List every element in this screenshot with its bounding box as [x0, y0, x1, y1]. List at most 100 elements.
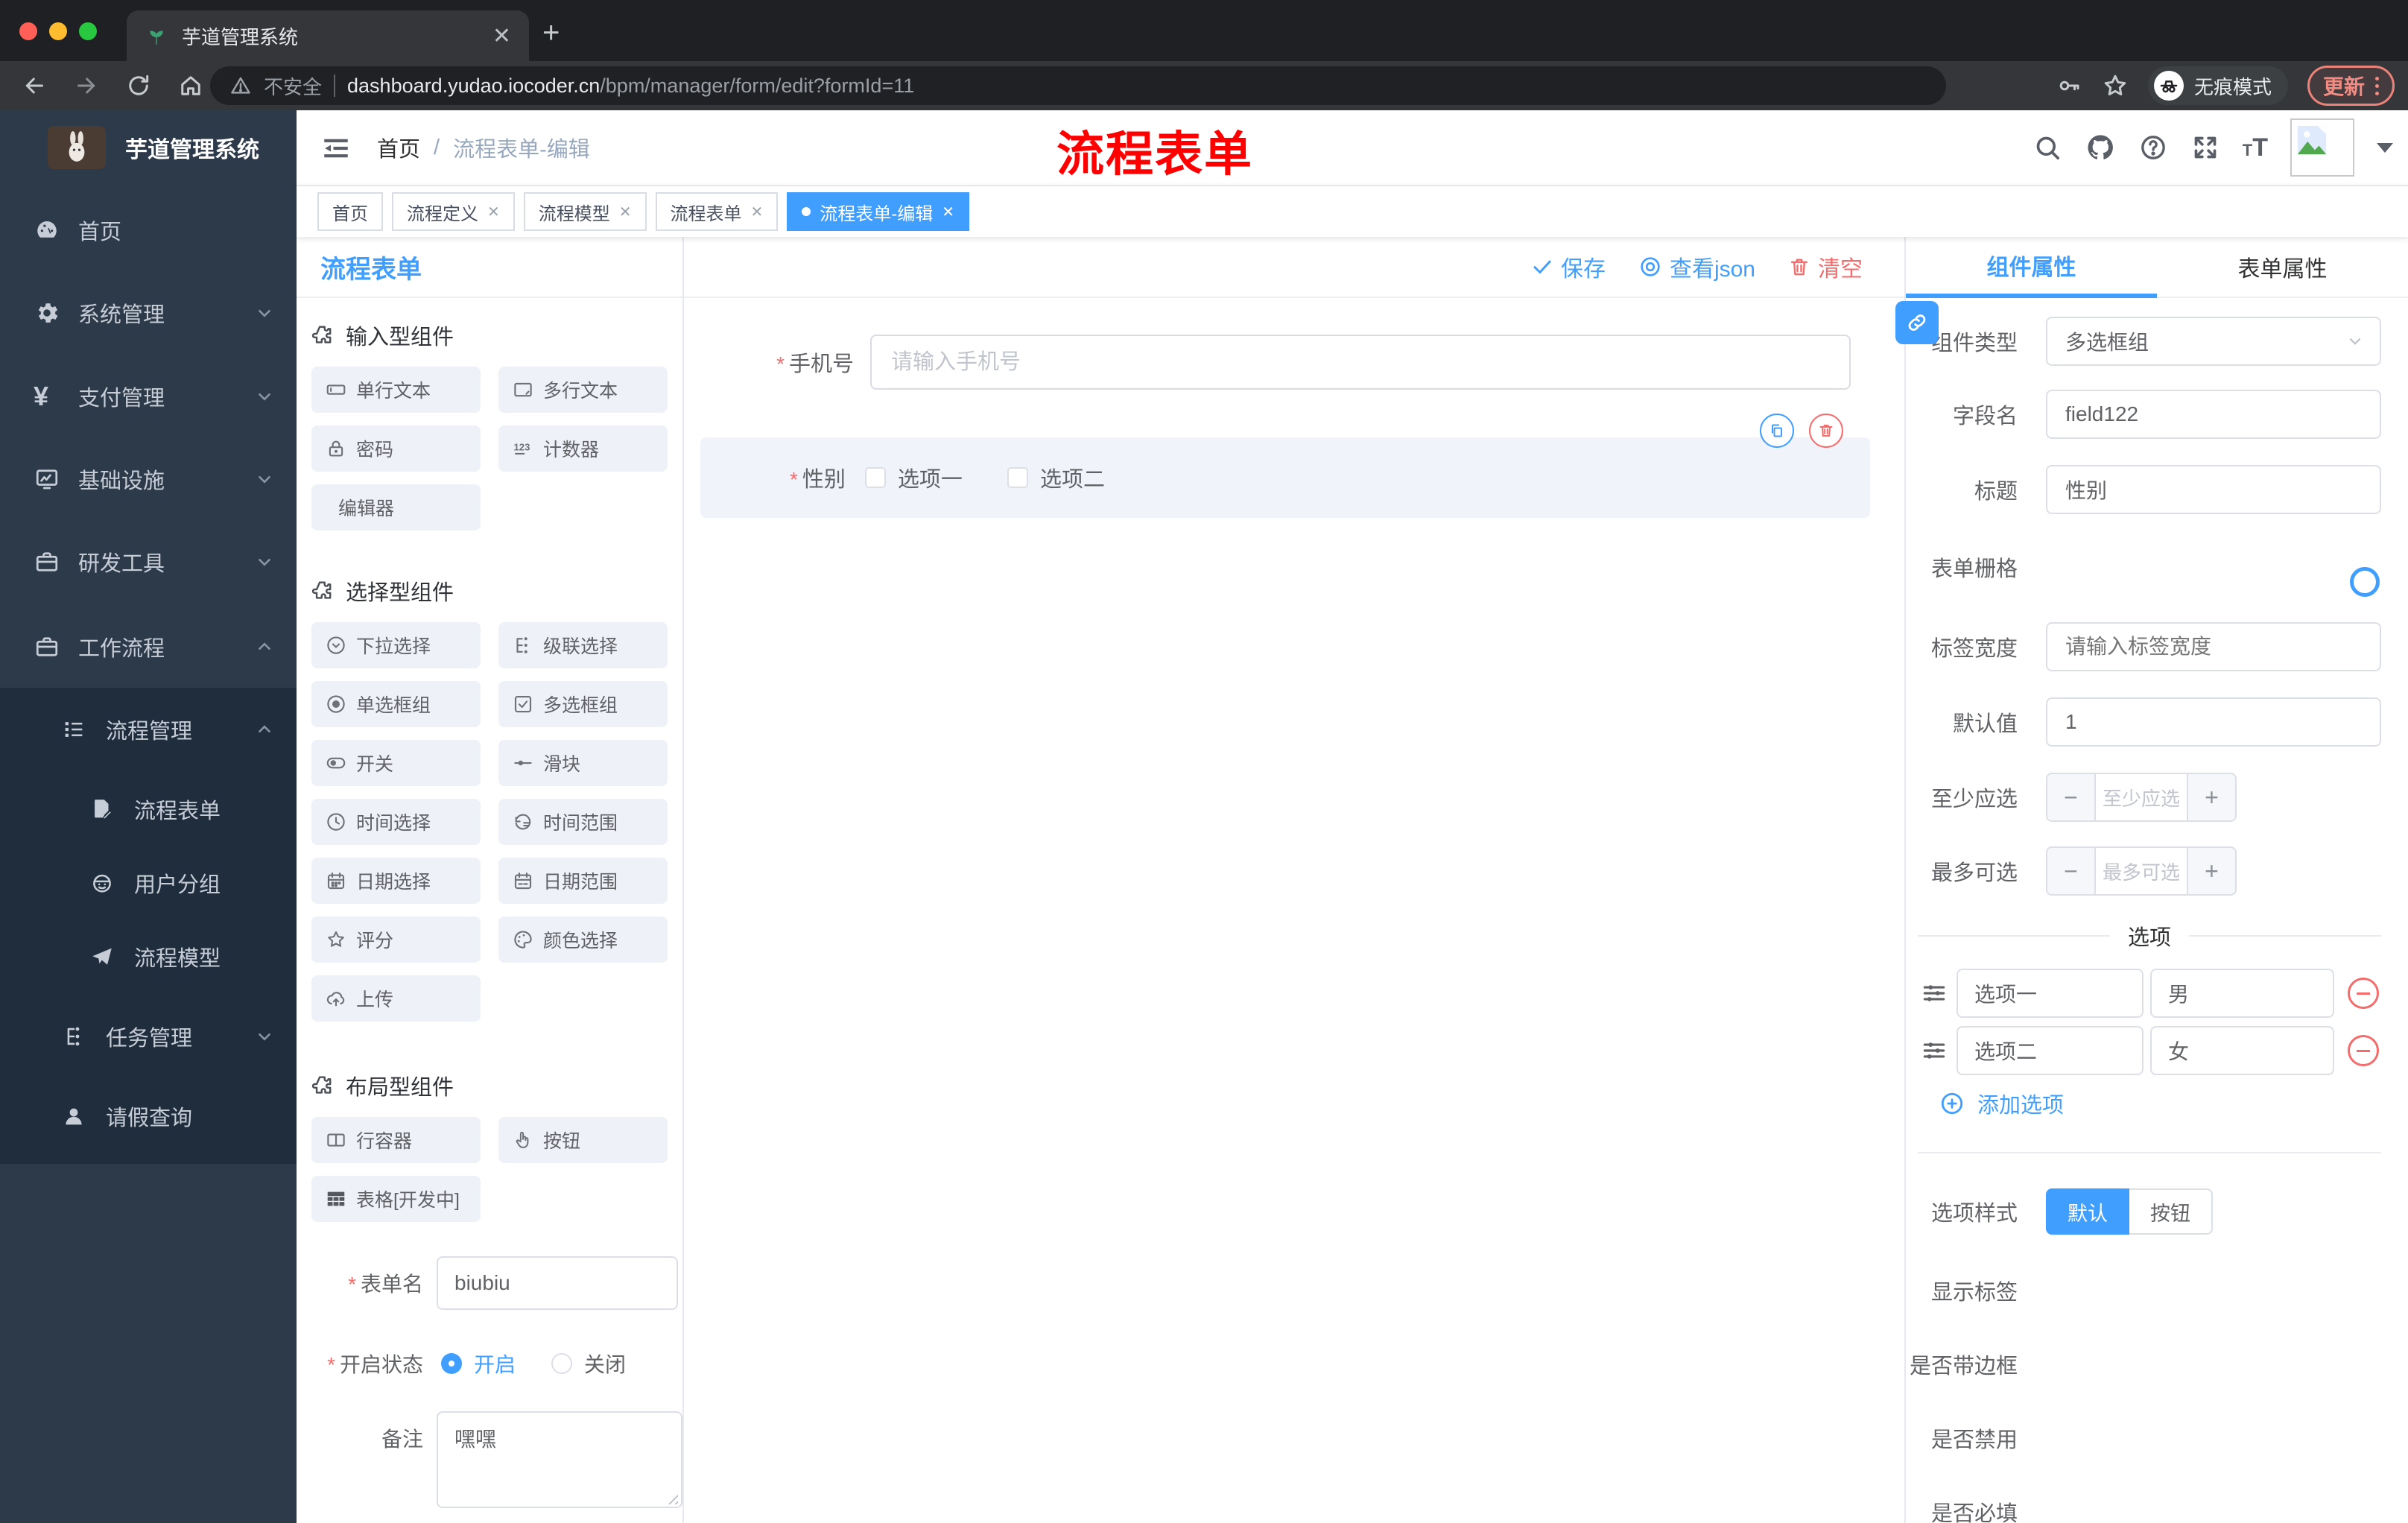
sidebar-item-payment[interactable]: ¥ 支付管理	[0, 359, 297, 434]
drag-handle-icon[interactable]	[1920, 1036, 1948, 1065]
component-radio-group[interactable]: 单选框组	[311, 681, 481, 727]
option-label-input[interactable]	[1956, 969, 2144, 1018]
checkbox-icon[interactable]	[864, 467, 886, 488]
tab-form-props[interactable]: 表单属性	[2157, 237, 2408, 298]
sidebar-item-process-form[interactable]: 流程表单	[0, 772, 297, 846]
tag-home[interactable]: 首页	[317, 192, 383, 231]
remove-option-button[interactable]	[2348, 978, 2379, 1009]
tab-component-props[interactable]: 组件属性	[1906, 237, 2157, 298]
component-time-range[interactable]: 时间范围	[498, 799, 668, 845]
canvas-field-phone[interactable]: * 手机号	[705, 335, 1851, 390]
tag-close-icon[interactable]: ✕	[751, 203, 764, 221]
view-json-button[interactable]: 查看json	[1638, 250, 1755, 283]
status-off-label[interactable]: 关闭	[584, 1349, 626, 1378]
password-key-icon[interactable]	[2056, 72, 2082, 99]
sidebar-item-home[interactable]: 首页	[0, 193, 297, 267]
component-time-picker[interactable]: 时间选择	[311, 799, 481, 845]
sidebar-item-dev-tools[interactable]: 研发工具	[0, 525, 297, 599]
gender-option-1[interactable]: 选项一	[864, 462, 963, 493]
status-on-radio[interactable]	[441, 1353, 462, 1374]
component-table-dev[interactable]: 表格[开发中]	[311, 1176, 481, 1222]
stepper-decrease-button[interactable]: −	[2047, 774, 2094, 820]
gender-option-2[interactable]: 选项二	[1007, 462, 1105, 493]
component-date-range[interactable]: 日期范围	[498, 858, 668, 904]
stepper-decrease-button[interactable]: −	[2047, 848, 2094, 894]
component-select[interactable]: 下拉选择	[311, 622, 481, 668]
component-color-picker[interactable]: 颜色选择	[498, 916, 668, 963]
back-icon[interactable]	[21, 72, 48, 99]
tag-process-model[interactable]: 流程模型 ✕	[523, 192, 647, 231]
title-input[interactable]	[2046, 465, 2381, 514]
component-rate[interactable]: 评分	[311, 916, 481, 963]
security-label[interactable]: 不安全	[264, 72, 322, 100]
component-counter[interactable]: 123 计数器	[498, 425, 668, 472]
tag-process-form-edit[interactable]: 流程表单-编辑 ✕	[787, 192, 970, 231]
component-editor[interactable]: 编辑器	[311, 484, 481, 531]
github-icon[interactable]	[2085, 132, 2116, 163]
breadcrumb-home[interactable]: 首页	[377, 132, 420, 163]
field-name-input[interactable]	[2046, 390, 2381, 439]
component-checkbox-group[interactable]: 多选框组	[498, 681, 668, 727]
max-select-value[interactable]: 最多可选	[2094, 848, 2188, 894]
fullscreen-icon[interactable]	[2190, 133, 2220, 162]
style-default-button[interactable]: 默认	[2046, 1188, 2129, 1235]
option-value-input[interactable]	[2150, 1026, 2334, 1075]
remove-option-button[interactable]	[2348, 1035, 2379, 1066]
min-select-value[interactable]: 至少应选	[2094, 774, 2188, 820]
stepper-increase-button[interactable]: +	[2188, 848, 2235, 894]
sidebar-item-leave-query[interactable]: 请假查询	[0, 1079, 297, 1153]
component-single-line-text[interactable]: 单行文本	[311, 367, 481, 413]
add-option-button[interactable]: 添加选项	[1939, 1088, 2064, 1119]
window-close-button[interactable]	[19, 22, 37, 40]
phone-input[interactable]	[870, 335, 1851, 390]
component-button[interactable]: 按钮	[498, 1117, 668, 1163]
sidebar-item-workflow[interactable]: 工作流程	[0, 609, 297, 684]
save-button[interactable]: 保存	[1531, 250, 1606, 283]
browser-menu-dots-icon[interactable]	[2375, 76, 2379, 95]
home-icon[interactable]	[177, 72, 204, 99]
sidebar-item-user-groups[interactable]: 用户分组	[0, 846, 297, 920]
form-name-input[interactable]	[437, 1256, 678, 1310]
avatar[interactable]	[2290, 118, 2354, 177]
clear-button[interactable]: 清空	[1788, 250, 1863, 283]
tag-close-icon[interactable]: ✕	[487, 203, 500, 221]
new-tab-button[interactable]: +	[542, 18, 560, 48]
window-zoom-button[interactable]	[79, 22, 97, 40]
sidebar-item-process-mgmt[interactable]: 流程管理	[0, 692, 297, 767]
sidebar-collapse-icon[interactable]	[320, 133, 352, 164]
drag-handle-icon[interactable]	[1920, 979, 1948, 1007]
bookmark-star-icon[interactable]	[2102, 72, 2129, 99]
status-off-radio[interactable]	[551, 1353, 573, 1374]
font-size-icon[interactable]: TT	[2243, 133, 2268, 162]
form-remark-textarea[interactable]: 嘿嘿	[437, 1411, 682, 1508]
forward-icon[interactable]	[73, 72, 100, 99]
component-switch[interactable]: 开关	[311, 740, 481, 786]
component-date-picker[interactable]: 日期选择	[311, 858, 481, 904]
tag-process-form[interactable]: 流程表单 ✕	[655, 192, 779, 231]
tag-close-icon[interactable]: ✕	[619, 203, 632, 221]
sidebar-item-infrastructure[interactable]: 基础设施	[0, 442, 297, 516]
sidebar-logo-row[interactable]: 芋道管理系统	[0, 118, 297, 177]
browser-update-button[interactable]: 更新	[2307, 66, 2395, 106]
sidebar-item-process-model[interactable]: 流程模型	[0, 919, 297, 994]
reload-icon[interactable]	[125, 72, 152, 99]
browser-tab[interactable]: 芋道管理系统 ✕	[127, 10, 529, 61]
tag-process-definition[interactable]: 流程定义 ✕	[392, 192, 515, 231]
component-cascader[interactable]: 级联选择	[498, 622, 668, 668]
help-icon[interactable]	[2138, 133, 2168, 162]
component-upload[interactable]: 上传	[311, 975, 481, 1022]
sidebar-item-task-mgmt[interactable]: 任务管理	[0, 999, 297, 1074]
tag-close-icon[interactable]: ✕	[942, 203, 954, 221]
canvas-field-gender-selected[interactable]: * 性别 选项一 选项二	[700, 414, 1870, 518]
component-type-select[interactable]: 多选框组	[2046, 317, 2381, 366]
address-bar[interactable]: 不安全 dashboard.yudao.iocoder.cn/bpm/manag…	[210, 66, 1946, 105]
option-value-input[interactable]	[2150, 969, 2334, 1018]
status-on-label[interactable]: 开启	[474, 1349, 516, 1378]
search-icon[interactable]	[2032, 133, 2062, 162]
tab-close-icon[interactable]: ✕	[492, 23, 511, 49]
component-password[interactable]: 密码	[311, 425, 481, 472]
component-row-container[interactable]: 行容器	[311, 1117, 481, 1163]
component-multi-line-text[interactable]: 多行文本	[498, 367, 668, 413]
component-slider[interactable]: 滑块	[498, 740, 668, 786]
style-button-button[interactable]: 按钮	[2129, 1188, 2213, 1235]
